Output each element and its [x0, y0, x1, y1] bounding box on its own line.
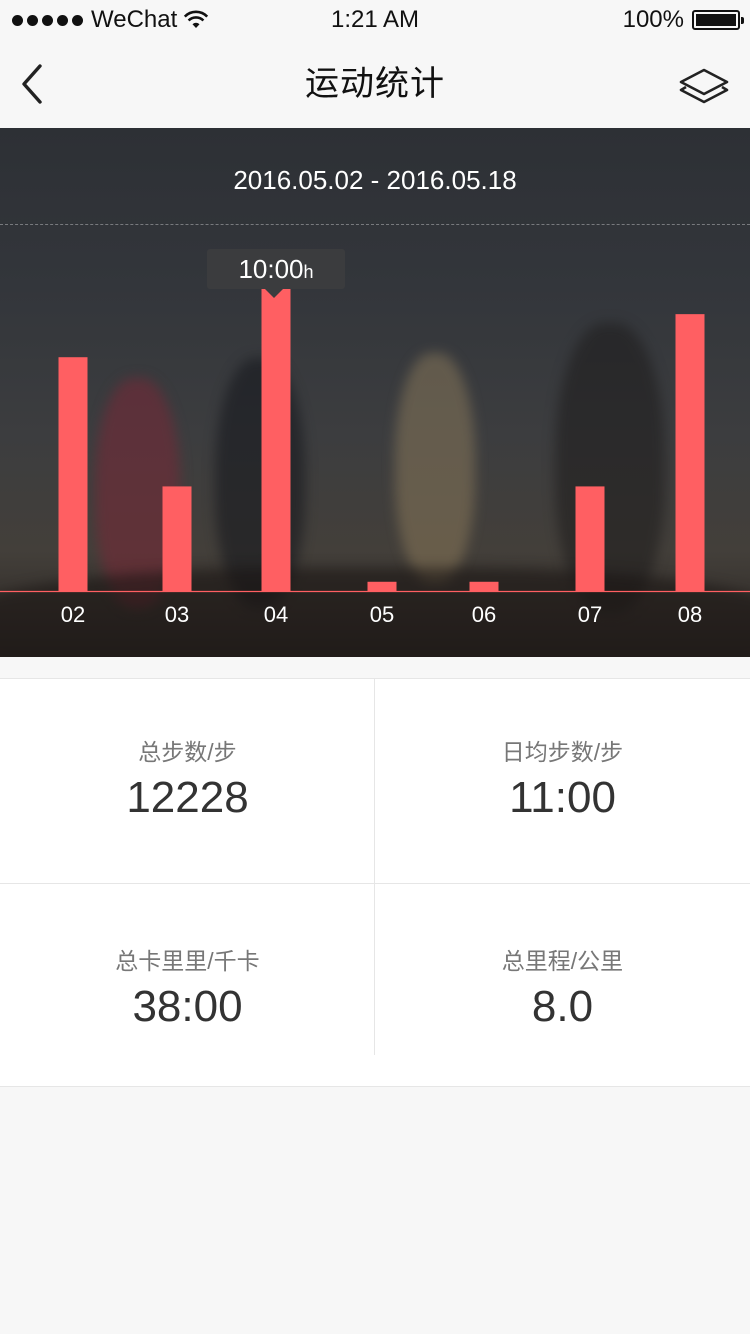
stat-label: 日均步数/步 — [501, 739, 624, 765]
x-tick-label: 08 — [678, 602, 702, 627]
x-tick-label: 02 — [61, 602, 85, 627]
stat-label: 总卡里里/千卡 — [115, 948, 260, 974]
stat-value: 38:00 — [132, 982, 243, 1031]
x-tick-label: 04 — [264, 602, 288, 627]
chart-bar[interactable] — [58, 357, 88, 591]
vertical-divider — [374, 679, 375, 1055]
battery-icon — [692, 10, 744, 30]
layers-icon[interactable] — [678, 66, 730, 106]
x-tick-label: 05 — [370, 602, 394, 627]
stat-label: 总步数/步 — [138, 739, 237, 765]
stat-label: 总里程/公里 — [501, 948, 624, 974]
page-title: 运动统计 — [305, 65, 445, 103]
x-tick-label: 07 — [578, 602, 602, 627]
stat-value: 11:00 — [509, 773, 616, 822]
x-tick-label: 03 — [165, 602, 189, 627]
chart-bar[interactable] — [675, 314, 705, 591]
status-right: 100% — [622, 6, 744, 34]
stat-value: 8.0 — [531, 982, 594, 1031]
activity-chart-panel: 2016.05.02 - 2016.05.18 02 03 04 05 06 07 08 1… — [0, 128, 750, 657]
navigation-bar: 运动统计 — [0, 40, 750, 128]
screen: WeChat 1:21 AM 100% 运动统计 2016.05.02 - 20… — [0, 0, 750, 1334]
horizontal-divider — [0, 883, 750, 884]
x-tick-label: 06 — [472, 602, 496, 627]
chart-bar[interactable] — [469, 581, 499, 591]
bar-chart: 02 03 04 05 06 07 08 — [0, 283, 750, 627]
selected-bar-tooltip: 10:00h — [207, 249, 345, 298]
chart-bar[interactable] — [162, 486, 192, 591]
stat-daily-avg-steps: 日均步数/步 11:00 — [375, 679, 750, 883]
tooltip-unit: h — [303, 262, 314, 282]
stats-panel: 总步数/步 12228 日均步数/步 11:00 总卡里里/千卡 38:00 总… — [0, 678, 750, 1087]
stat-total-steps: 总步数/步 12228 — [0, 679, 375, 883]
chart-bar[interactable] — [367, 581, 397, 591]
chart-bar[interactable] — [261, 283, 291, 591]
stat-value: 12228 — [126, 773, 249, 822]
stat-total-calories: 总卡里里/千卡 38:00 — [0, 884, 375, 1088]
chart-bar[interactable] — [575, 486, 605, 591]
tooltip-value: 10:00 — [238, 254, 304, 284]
status-bar: WeChat 1:21 AM 100% — [0, 0, 750, 40]
battery-percentage: 100% — [622, 6, 684, 33]
stat-total-distance: 总里程/公里 8.0 — [375, 884, 750, 1088]
